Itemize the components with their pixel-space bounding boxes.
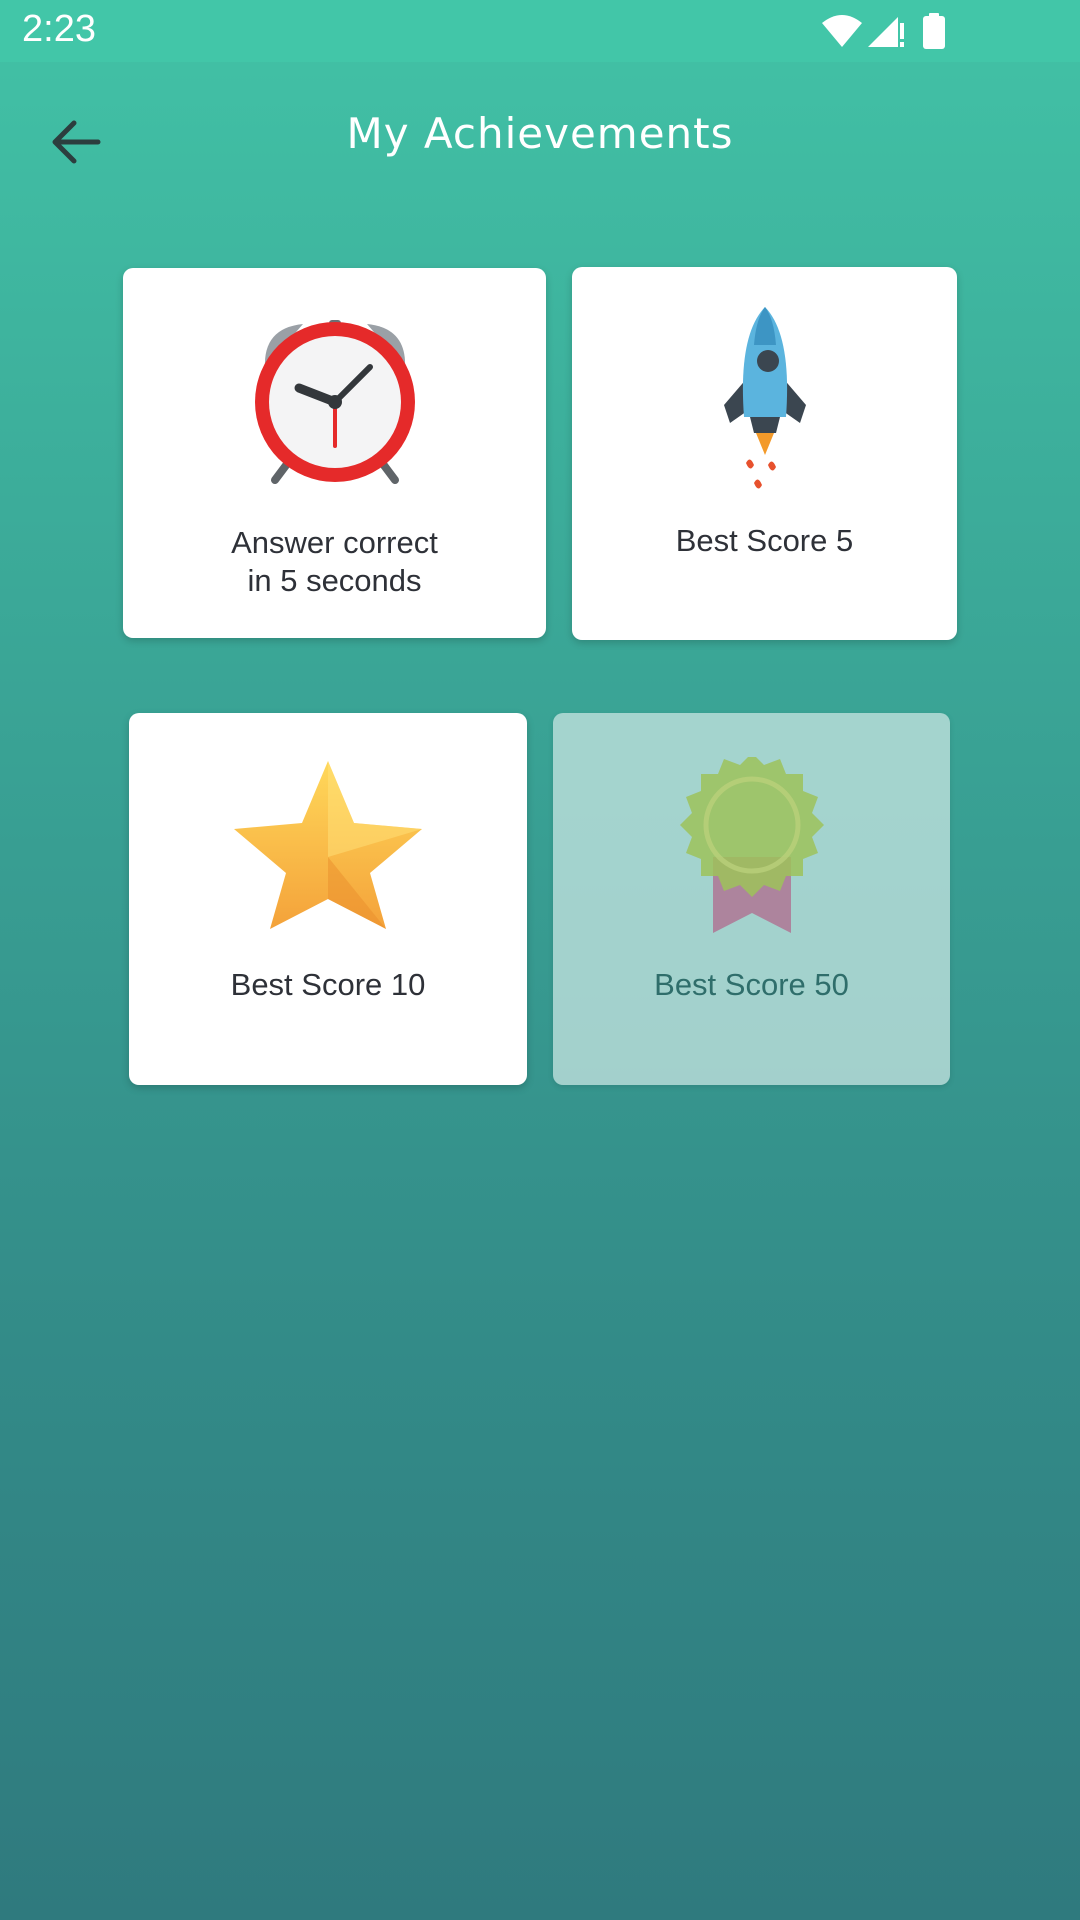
achievement-card-answer-fast[interactable]: Answer correct in 5 seconds [123, 268, 546, 638]
cellular-signal-icon [868, 17, 904, 47]
page-title: My Achievements [346, 109, 734, 158]
achievement-card-best-score-5[interactable]: Best Score 5 [572, 267, 957, 640]
achievement-label: Answer correct in 5 seconds [123, 524, 546, 600]
achievement-label: Best Score 5 [572, 522, 957, 560]
app-bar: My Achievements [0, 62, 1080, 212]
status-bar: 2:23 [0, 0, 1080, 62]
award-rosette-icon [553, 757, 950, 937]
wifi-icon [822, 15, 862, 47]
achievement-label-line: Answer correct [231, 525, 438, 560]
achievement-label-line: in 5 seconds [247, 563, 422, 598]
achievement-label: Best Score 50 [553, 966, 950, 1004]
achievement-label-line: Best Score 10 [230, 967, 426, 1002]
achievement-card-best-score-10[interactable]: Best Score 10 [129, 713, 527, 1085]
achievement-label-line: Best Score 5 [675, 523, 854, 558]
status-time: 2:23 [22, 8, 96, 50]
alarm-clock-icon [123, 310, 546, 485]
achievement-card-best-score-50[interactable]: Best Score 50 [553, 713, 950, 1085]
star-icon [129, 757, 527, 933]
rocket-icon [572, 305, 957, 495]
achievement-label: Best Score 10 [129, 966, 527, 1004]
achievement-label-line: Best Score 50 [654, 967, 849, 1002]
battery-icon [923, 13, 945, 49]
